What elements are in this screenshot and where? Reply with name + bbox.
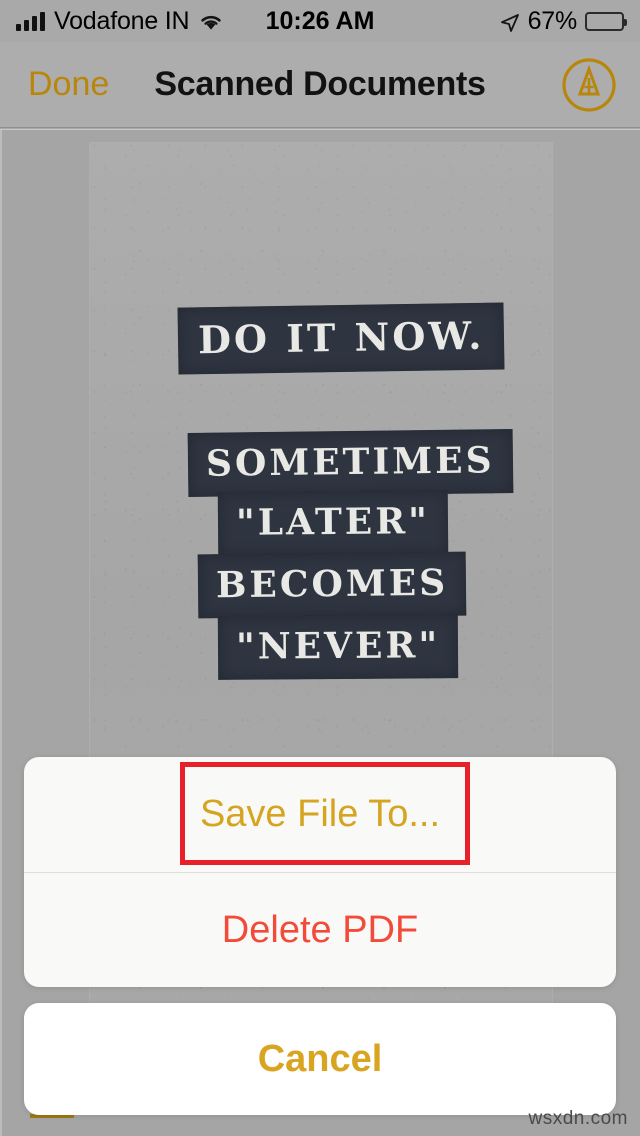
scan-text-line: "LATER" — [217, 489, 449, 557]
wifi-icon — [198, 12, 224, 31]
scan-text-line: "NEVER" — [217, 614, 459, 680]
signal-bars-icon — [16, 11, 45, 31]
battery-percent-label: 67% — [527, 6, 578, 35]
cancel-sheet: Cancel — [24, 1003, 616, 1115]
scan-text-line: SOMETIMES — [187, 429, 513, 497]
status-bar-left: Vodafone IN — [16, 7, 224, 36]
status-bar-right: 67% — [500, 6, 627, 36]
action-sheet: Save File To... Delete PDF — [24, 757, 616, 987]
carrier-label: Vodafone IN — [54, 6, 190, 35]
navigation-bar: Done Scanned Documents — [0, 42, 640, 128]
save-file-to-button[interactable]: Save File To... — [24, 757, 616, 872]
location-arrow-icon — [500, 11, 520, 32]
battery-icon — [585, 11, 627, 31]
done-button[interactable]: Done — [28, 65, 109, 104]
scan-text-line: DO IT NOW. — [177, 302, 505, 375]
status-bar: Vodafone IN 10:26 AM 67% — [0, 0, 640, 42]
cancel-button[interactable]: Cancel — [24, 1003, 616, 1115]
delete-pdf-button[interactable]: Delete PDF — [24, 872, 616, 987]
watermark-label: wsxdn.com — [528, 1108, 628, 1129]
markup-pen-icon[interactable] — [560, 56, 618, 114]
scan-text-line: BECOMES — [197, 551, 467, 619]
